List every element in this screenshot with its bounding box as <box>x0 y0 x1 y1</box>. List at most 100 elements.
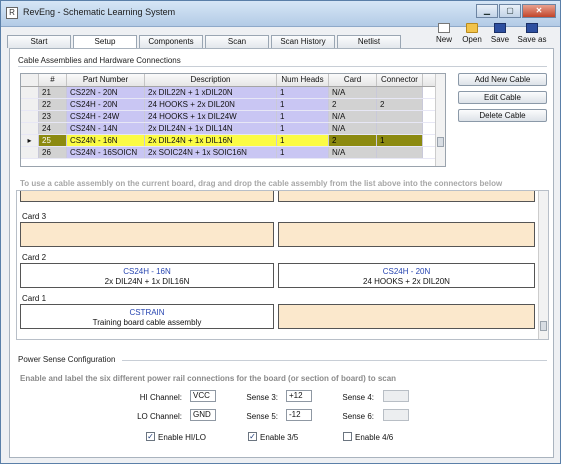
minimize-button[interactable]: ▁ <box>476 4 498 18</box>
column-header-card[interactable]: Card <box>329 74 377 86</box>
card2-slot2[interactable]: CS24H - 20N 24 HOOKS + 2x DIL20N <box>278 263 535 288</box>
cell-description: 24 HOOKS + 1x DIL24W <box>145 111 277 122</box>
close-button[interactable]: ✕ <box>522 4 556 18</box>
table-row[interactable]: 24 CS24N - 14N 2x DIL24N + 1x DIL14N 1 N/A <box>21 123 445 135</box>
cell-connector <box>377 111 423 122</box>
toolbar: New Open Save Save as <box>428 23 548 44</box>
add-cable-button[interactable]: Add New Cable <box>458 73 547 86</box>
sense3-input[interactable]: +12 <box>286 390 312 402</box>
card2-slot1[interactable]: CS24H - 16N 2x DIL24N + 1x DIL16N <box>20 263 274 288</box>
cell-number: 23 <box>39 111 67 122</box>
cell-description: 2x DIL24N + 1x DIL14N <box>145 123 277 134</box>
tab-scan[interactable]: Scan <box>205 35 269 48</box>
sense6-input[interactable] <box>383 409 409 421</box>
row-selector[interactable] <box>21 99 39 110</box>
enable-hilo-label[interactable]: Enable HI/LO <box>158 433 206 442</box>
card3-slot2[interactable] <box>278 222 535 247</box>
cell-num-heads: 1 <box>277 99 329 110</box>
row-selector[interactable] <box>21 147 39 158</box>
scrollbar-thumb[interactable] <box>540 321 547 331</box>
cell-card: 2 <box>329 135 377 146</box>
cell-part-number: CS24N - 16N <box>67 135 145 146</box>
delete-cable-button[interactable]: Delete Cable <box>458 109 547 122</box>
row-selector-header <box>21 74 39 86</box>
row-selector[interactable]: ▸ <box>21 135 39 146</box>
cell-num-heads: 1 <box>277 123 329 134</box>
save-as-button[interactable]: Save as <box>516 23 548 44</box>
save-button[interactable]: Save <box>488 23 512 44</box>
tab-scan-history[interactable]: Scan History <box>271 35 335 48</box>
folder-icon <box>466 23 478 33</box>
column-header-part[interactable]: Part Number <box>67 74 145 86</box>
cell-connector <box>377 123 423 134</box>
grid-scrollbar[interactable] <box>435 74 445 166</box>
card1-slot1[interactable]: CSTRAIN Training board cable assembly <box>20 304 274 329</box>
cell-part-number: CS22N - 20N <box>67 87 145 98</box>
column-header-description[interactable]: Description <box>145 74 277 86</box>
cards-scrollbar[interactable] <box>538 191 548 339</box>
cell-card: N/A <box>329 111 377 122</box>
cell-num-heads: 1 <box>277 135 329 146</box>
tab-components[interactable]: Components <box>139 35 203 48</box>
card3-slot1[interactable] <box>20 222 274 247</box>
cell-number: 24 <box>39 123 67 134</box>
cell-part-number: CS24N - 16SOICN <box>67 147 145 158</box>
section-divider <box>122 360 547 361</box>
setup-panel: Cable Assemblies and Hardware Connection… <box>9 48 554 458</box>
enable-46-checkbox[interactable] <box>343 432 352 441</box>
cell-part-number: CS24H - 24W <box>67 111 145 122</box>
edit-cable-button[interactable]: Edit Cable <box>458 91 547 104</box>
enable-35-checkbox[interactable]: ✓ <box>248 432 257 441</box>
row-selector[interactable] <box>21 111 39 122</box>
card3-title: Card 3 <box>22 212 47 221</box>
hi-channel-input[interactable]: VCC <box>190 390 216 402</box>
card1-slot2[interactable] <box>278 304 535 329</box>
row-selector[interactable] <box>21 87 39 98</box>
new-document-icon <box>438 23 450 33</box>
table-row[interactable]: 21 CS22N - 20N 2x DIL22N + 1 xDIL20N 1 N/A <box>21 87 445 99</box>
table-row[interactable]: 23 CS24H - 24W 24 HOOKS + 1x DIL24W 1 N/A <box>21 111 445 123</box>
cable-description: 2x DIL24N + 1x DIL16N <box>104 277 190 286</box>
tab-start[interactable]: Start <box>7 35 71 48</box>
enable-46-label[interactable]: Enable 4/6 <box>355 433 393 442</box>
card4-slot1[interactable] <box>20 191 274 202</box>
tab-bar: Start Setup Components Scan Scan History… <box>7 35 403 49</box>
sense4-input[interactable] <box>383 390 409 402</box>
cell-num-heads: 1 <box>277 111 329 122</box>
sense5-label: Sense 5: <box>246 412 278 421</box>
row-selector[interactable] <box>21 123 39 134</box>
enable-35-label[interactable]: Enable 3/5 <box>260 433 298 442</box>
column-header-heads[interactable]: Num Heads <box>277 74 329 86</box>
cable-name: CS24H - 16N <box>123 267 171 276</box>
cable-description: 24 HOOKS + 2x DIL20N <box>363 277 450 286</box>
column-header-connector[interactable]: Connector <box>377 74 423 86</box>
cable-grid[interactable]: # Part Number Description Num Heads Card… <box>20 73 446 167</box>
card2-title: Card 2 <box>22 253 47 262</box>
cell-description: 24 HOOKS + 2x DIL20N <box>145 99 277 110</box>
cell-number: 25 <box>39 135 67 146</box>
card1-title: Card 1 <box>22 294 47 303</box>
floppy-disk-icon <box>526 23 538 33</box>
cell-connector: 1 <box>377 135 423 146</box>
cell-number: 21 <box>39 87 67 98</box>
card4-slot2[interactable] <box>278 191 535 202</box>
hi-channel-label: HI Channel: <box>139 393 182 402</box>
cell-connector <box>377 147 423 158</box>
table-row[interactable]: 22 CS24H - 20N 24 HOOKS + 2x DIL20N 1 2 2 <box>21 99 445 111</box>
sense4-label: Sense 4: <box>342 393 374 402</box>
app-icon: R <box>6 7 18 19</box>
open-button[interactable]: Open <box>460 23 484 44</box>
table-row[interactable]: ▸ 25 CS24N - 16N 2x DIL24N + 1x DIL16N 1 2 1 <box>21 135 445 147</box>
table-row[interactable]: 26 CS24N - 16SOICN 2x SOIC24N + 1x SOIC16N… <box>21 147 445 159</box>
sense5-input[interactable]: -12 <box>286 409 312 421</box>
scrollbar-thumb[interactable] <box>437 137 444 147</box>
tab-netlist[interactable]: Netlist <box>337 35 401 48</box>
sense3-label: Sense 3: <box>246 393 278 402</box>
new-button[interactable]: New <box>432 23 456 44</box>
cell-description: 2x DIL24N + 1x DIL16N <box>145 135 277 146</box>
maximize-button[interactable]: ▢ <box>499 4 521 18</box>
enable-hilo-checkbox[interactable]: ✓ <box>146 432 155 441</box>
column-header-number[interactable]: # <box>39 74 67 86</box>
lo-channel-input[interactable]: GND <box>190 409 216 421</box>
tab-setup[interactable]: Setup <box>73 35 137 49</box>
